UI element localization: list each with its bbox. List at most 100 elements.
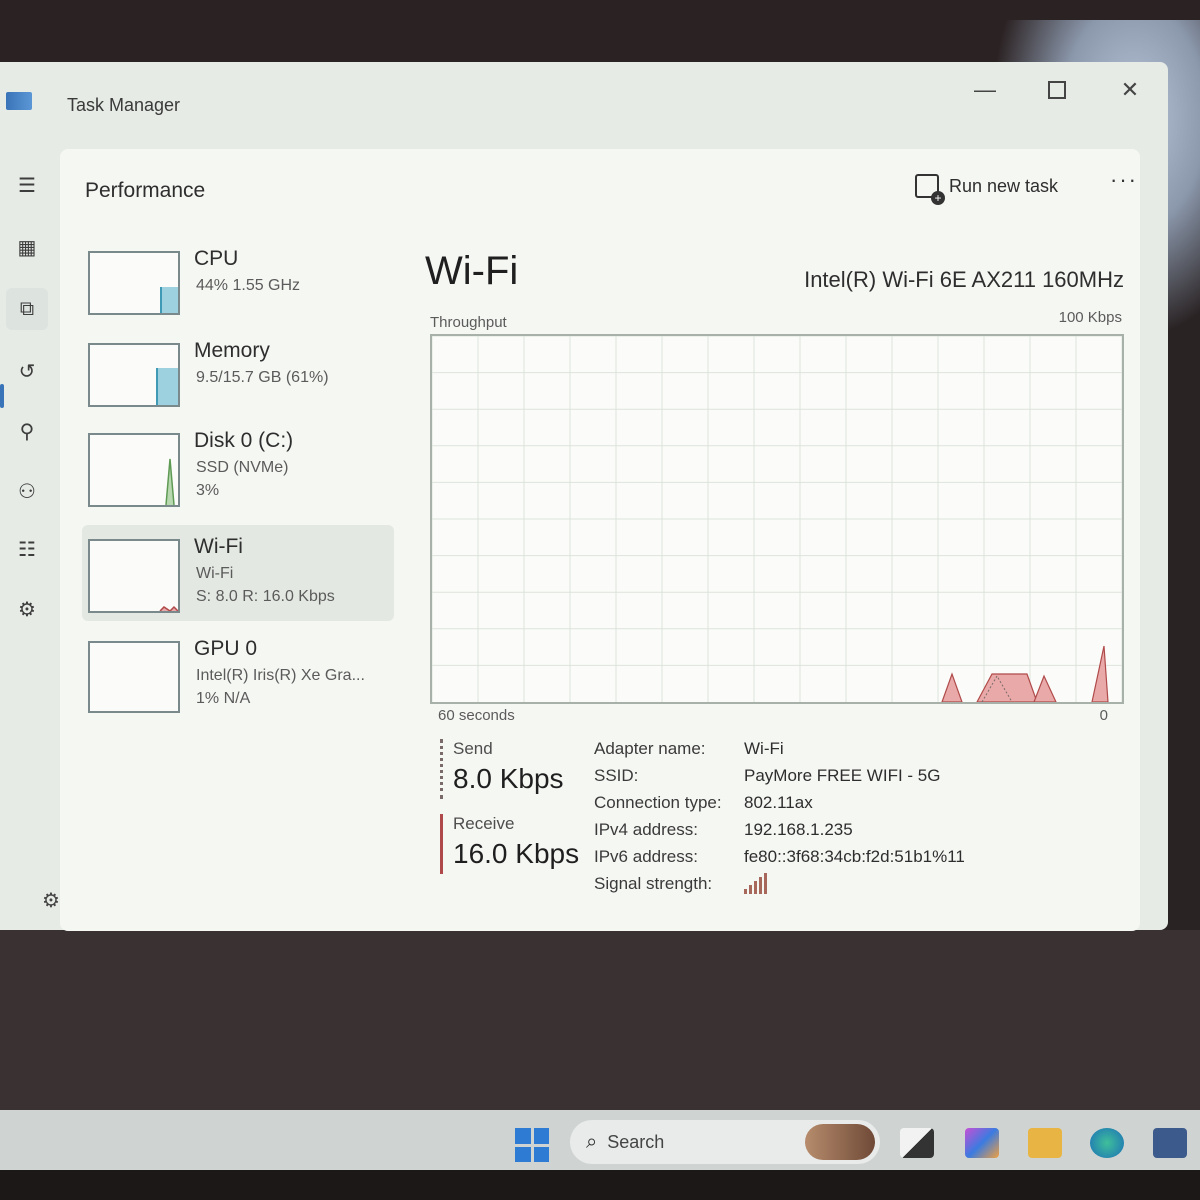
settings-button[interactable]: ⚙	[42, 888, 60, 913]
window-title: Task Manager	[67, 95, 181, 115]
signal-bar	[759, 877, 762, 894]
receive-label: Receive	[453, 814, 515, 833]
hamburger-button[interactable]: ☰	[6, 164, 48, 206]
throughput-chart	[430, 334, 1124, 704]
receive-plateau	[975, 673, 1038, 703]
prop-ipv6: IPv6 address: fe80::3f68:34cb:f2d:51b1%1…	[594, 847, 1014, 873]
windows-logo-tile	[515, 1128, 531, 1144]
device-name: GPU 0	[194, 637, 258, 660]
search-highlight-image	[805, 1124, 875, 1160]
run-new-task-label: Run new task	[949, 175, 1059, 196]
wifi-thumbnail-graph	[88, 539, 180, 613]
device-item-cpu[interactable]: CPU 44% 1.55 GHz	[82, 237, 394, 333]
wifi-sparkline	[159, 605, 178, 611]
maximize-button[interactable]	[1037, 70, 1077, 110]
file-explorer-icon[interactable]	[1028, 1128, 1062, 1158]
memory-thumbnail-graph	[88, 343, 180, 407]
prop-key: Adapter name:	[594, 739, 706, 758]
prop-adapter-name: Adapter name: Wi-Fi	[594, 739, 1014, 765]
chart-label: Throughput	[430, 314, 507, 331]
device-detail: 44% 1.55 GHz	[196, 277, 301, 294]
windows-logo-tile	[533, 1128, 549, 1144]
startup-apps-button[interactable]: ⚲	[6, 410, 48, 452]
task-manager-icon	[6, 92, 32, 110]
disk-thumbnail-graph	[88, 433, 180, 507]
disk-sparkline	[165, 458, 175, 505]
prop-connection-type: Connection type: 802.11ax	[594, 793, 1014, 819]
device-name: Wi-Fi	[194, 535, 243, 558]
chart-grid	[431, 335, 1123, 702]
receive-value: 16.0 Kbps	[453, 838, 580, 869]
signal-bar	[754, 881, 757, 894]
windows-logo-tile	[515, 1146, 531, 1162]
receive-spike	[1033, 674, 1057, 703]
receive-spike	[1091, 645, 1109, 703]
prop-value: Wi-Fi	[744, 739, 784, 758]
device-name: Disk 0 (C:)	[194, 429, 294, 452]
task-view-icon[interactable]	[900, 1128, 934, 1158]
run-new-task-button[interactable]: Run new task	[915, 169, 1059, 205]
signal-strength-icon	[744, 873, 768, 894]
search-icon: ⌕	[586, 1130, 598, 1153]
device-item-disk[interactable]: Disk 0 (C:) SSD (NVMe) 3%	[82, 419, 394, 515]
cpu-usage-fill	[160, 286, 178, 313]
send-value: 8.0 Kbps	[453, 763, 564, 794]
prop-ssid: SSID: PayMore FREE WIFI - 5G	[594, 766, 1014, 792]
device-detail: 9.5/15.7 GB (61%)	[196, 369, 329, 386]
performance-pane: Performance Run new task ··· CPU 44% 1.5…	[60, 149, 1140, 931]
signal-bar	[749, 885, 752, 894]
store-icon[interactable]	[1153, 1128, 1187, 1158]
prop-signal-strength: Signal strength:	[594, 873, 1014, 900]
throughput-graph	[431, 335, 1123, 703]
processes-button[interactable]: ▦	[6, 226, 48, 268]
prop-value: 192.168.1.235	[744, 820, 853, 839]
send-label: Send	[453, 739, 493, 758]
close-button[interactable]: ✕	[1110, 70, 1150, 110]
prop-key: IPv6 address:	[594, 847, 698, 866]
device-detail: SSD (NVMe)	[196, 459, 289, 476]
receive-spike	[941, 672, 963, 703]
gpu-thumbnail-graph	[88, 641, 180, 713]
device-name: CPU	[194, 247, 239, 270]
device-item-wifi[interactable]: Wi-Fi Wi-Fi S: 8.0 R: 16.0 Kbps	[82, 525, 394, 621]
app-history-button[interactable]: ↺	[6, 350, 48, 392]
device-usage: 1% N/A	[196, 690, 251, 707]
left-navigation: ☰ ▦ ⧉ ↺ ⚲ ⚇ ☷ ⚙	[0, 152, 60, 912]
more-options-button[interactable]: ···	[1110, 167, 1138, 193]
chart-x-left-label: 60 seconds	[438, 707, 515, 724]
prop-value: 802.11ax	[744, 793, 813, 812]
screen-bezel-bottom	[0, 1170, 1200, 1200]
chart-max-label: 100 Kbps	[1058, 309, 1122, 326]
device-name: Memory	[194, 339, 270, 362]
titlebar: Task Manager — ✕	[0, 62, 1168, 140]
performance-button[interactable]: ⧉	[6, 288, 48, 330]
device-usage: 3%	[196, 482, 220, 499]
windows-logo-tile	[533, 1146, 549, 1162]
nav-active-indicator	[0, 384, 4, 408]
prop-ipv4: IPv4 address: 192.168.1.235	[594, 820, 1014, 846]
details-button[interactable]: ☷	[6, 528, 48, 570]
page-title: Performance	[85, 179, 206, 202]
search-label: Search	[607, 1131, 665, 1152]
prop-value: fe80::3f68:34cb:f2d:51b1%11	[744, 847, 965, 866]
chart-x-right-label: 0	[1099, 707, 1108, 724]
signal-bar	[744, 889, 747, 894]
start-button[interactable]	[515, 1128, 549, 1162]
services-button[interactable]: ⚙	[6, 588, 48, 630]
device-usage: S: 8.0 R: 16.0 Kbps	[196, 588, 335, 605]
prop-key: IPv4 address:	[594, 820, 698, 839]
prop-value: PayMore FREE WIFI - 5G	[744, 766, 941, 785]
device-detail: Intel(R) Iris(R) Xe Gra...	[196, 667, 365, 684]
edge-browser-icon[interactable]	[1090, 1128, 1124, 1158]
prop-key: SSID:	[594, 766, 639, 785]
new-task-icon	[915, 174, 945, 205]
users-button[interactable]: ⚇	[6, 470, 48, 512]
minimize-button[interactable]: —	[965, 70, 1005, 110]
taskbar: ⌕ Search	[0, 1110, 1200, 1170]
receive-stat: Receive 16.0 Kbps	[440, 814, 579, 874]
prop-key: Connection type:	[594, 793, 722, 812]
device-item-memory[interactable]: Memory 9.5/15.7 GB (61%)	[82, 329, 394, 425]
device-item-gpu[interactable]: GPU 0 Intel(R) Iris(R) Xe Gra... 1% N/A	[82, 627, 394, 723]
signal-bar	[764, 873, 767, 894]
copilot-icon[interactable]	[965, 1128, 999, 1158]
